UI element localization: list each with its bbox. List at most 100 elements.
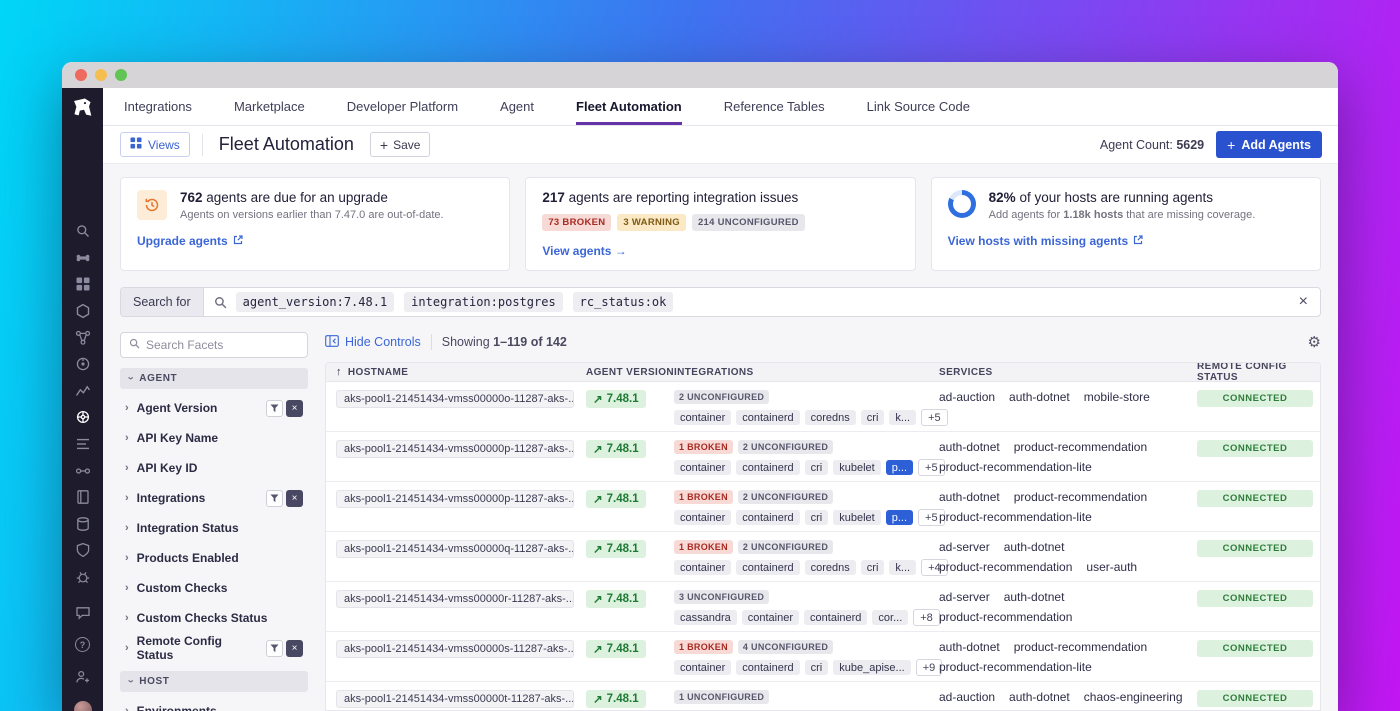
save-button[interactable]: + Save [369,132,431,157]
zoom-window-button[interactable] [115,69,127,81]
tab-integrations[interactable]: Integrations [124,88,192,125]
facet-integration-status[interactable]: › Integration Status [120,513,308,543]
integration-pill[interactable]: containerd [736,660,800,675]
service-tag[interactable]: auth-dotnet [939,490,1000,504]
service-tag[interactable]: auth-dotnet [1009,390,1070,404]
column-integrations[interactable]: INTEGRATIONS [674,367,754,378]
facet-search[interactable] [120,332,308,358]
agent-version-pill[interactable]: ↗ 7.48.1 [586,690,646,708]
hostname-pill[interactable]: aks-pool1-21451434-vmss00000q-11287-aks-… [336,540,574,558]
column-hostname[interactable]: HOSTNAME [348,367,408,378]
integration-pill[interactable]: cor... [872,610,909,625]
ci-pipelines-icon[interactable] [75,463,91,479]
dashboards-icon[interactable] [75,276,91,292]
agent-version-pill[interactable]: ↗ 7.48.1 [586,640,646,658]
integration-pill[interactable]: kube_apise... [833,660,911,675]
security-icon[interactable] [75,542,91,558]
view-missing-hosts-link[interactable]: View hosts with missing agents [948,234,1144,248]
upgrade-agents-link[interactable]: Upgrade agents [137,234,243,248]
service-tag[interactable]: ad-auction [939,690,995,704]
facet-environments[interactable]: › Environments [120,696,308,711]
integration-pill[interactable]: cri [804,510,829,525]
column-agent-version[interactable]: AGENT VERSION [586,367,674,378]
column-remote-config-status[interactable]: REMOTE CONFIG STATUS [1197,363,1320,383]
datadog-logo[interactable] [62,88,103,126]
facet-api-key-name[interactable]: › API Key Name [120,423,308,453]
facet-clear-icon[interactable]: × [286,399,303,417]
invite-icon[interactable] [75,669,91,685]
tab-marketplace[interactable]: Marketplace [234,88,305,125]
search-token[interactable]: rc_status:ok [572,292,674,312]
tab-reference-tables[interactable]: Reference Tables [724,88,825,125]
agent-version-pill[interactable]: ↗ 7.48.1 [586,490,646,508]
tab-agent[interactable]: Agent [500,88,534,125]
service-tag[interactable]: auth-dotnet [939,640,1000,654]
service-tag[interactable]: ad-auction [939,390,995,404]
facet-filter-icon[interactable] [266,399,283,417]
hostname-pill[interactable]: aks-pool1-21451434-vmss00000o-11287-aks-… [336,390,574,408]
table-row[interactable]: aks-pool1-21451434-vmss00000o-11287-aks-… [326,382,1320,432]
fleet-automation-icon[interactable] [75,409,91,425]
sort-ascending-icon[interactable]: ↑ [336,366,342,378]
integration-pill[interactable]: cri [860,410,885,425]
facet-clear-icon[interactable]: × [286,639,303,657]
facet-agent-version[interactable]: › Agent Version × [120,393,308,423]
service-tag[interactable]: product-recommendation-lite [939,510,1092,524]
facet-filter-icon[interactable] [266,639,283,657]
search-token[interactable]: agent_version:7.48.1 [235,292,395,312]
integration-pill[interactable]: containerd [736,460,800,475]
table-settings-gear-icon[interactable]: ⚙ [1308,335,1321,350]
search-token[interactable]: integration:postgres [404,292,563,312]
service-tag[interactable]: ad-server [939,540,990,554]
integration-pill[interactable]: container [674,510,732,525]
integration-pill[interactable]: containerd [804,610,868,625]
service-tag[interactable]: product-recommendation-lite [939,460,1092,474]
clear-search-icon[interactable]: × [1299,294,1308,310]
agent-version-pill[interactable]: ↗ 7.48.1 [586,440,646,458]
user-avatar[interactable] [73,701,92,711]
hostname-pill[interactable]: aks-pool1-21451434-vmss00000p-11287-aks-… [336,440,574,458]
hostname-pill[interactable]: aks-pool1-21451434-vmss00000p-11287-aks-… [336,490,574,508]
hostname-pill[interactable]: aks-pool1-21451434-vmss00000r-11287-aks-… [336,590,574,608]
facet-api-key-id[interactable]: › API Key ID [120,453,308,483]
facet-clear-icon[interactable]: × [286,489,303,507]
integration-pill[interactable]: cassandra [674,610,737,625]
facet-custom-checks-status[interactable]: › Custom Checks Status [120,603,308,633]
table-row[interactable]: aks-pool1-21451434-vmss00000q-11287-aks-… [326,532,1320,582]
facet-search-input[interactable] [146,338,299,352]
integration-pill[interactable]: k... [889,410,917,425]
integration-pill[interactable]: cri [804,460,829,475]
integration-pill-highlighted[interactable]: p... [885,460,914,475]
integration-pill[interactable]: coredns [804,410,856,425]
chat-icon[interactable] [75,605,91,621]
integration-pill[interactable]: coredns [804,560,856,575]
service-tag[interactable]: product-recommendation [1014,640,1147,654]
facet-section-agent[interactable]: › AGENT [120,368,308,389]
integration-pill-highlighted[interactable]: p... [885,510,914,525]
error-tracking-icon[interactable] [75,569,91,585]
service-tag[interactable]: product-recommendation [1014,490,1147,504]
service-tag[interactable]: auth-dotnet [939,440,1000,454]
integration-pill[interactable]: containerd [736,510,800,525]
facet-filter-icon[interactable] [266,489,283,507]
table-row[interactable]: aks-pool1-21451434-vmss00000t-11287-aks-… [326,682,1320,710]
service-tag[interactable]: product-recommendation [939,560,1072,574]
facet-remote-config-status[interactable]: › Remote Config Status × [120,633,308,663]
service-tag[interactable]: mobile-store [1084,390,1150,404]
integration-pill[interactable]: container [674,460,732,475]
window-titlebar[interactable] [62,62,1338,88]
metrics-icon[interactable] [75,383,91,399]
integration-pill[interactable]: containerd [736,560,800,575]
tab-link-source-code[interactable]: Link Source Code [867,88,970,125]
notebooks-icon[interactable] [75,489,91,505]
views-button[interactable]: Views [120,132,190,157]
agent-version-pill[interactable]: ↗ 7.48.1 [586,540,646,558]
integration-pill[interactable]: container [674,560,732,575]
integration-more-pill[interactable]: +8 [913,609,940,626]
service-tag[interactable]: user-auth [1086,560,1137,574]
network-map-icon[interactable] [75,330,91,346]
agent-version-pill[interactable]: ↗ 7.48.1 [586,390,646,408]
integration-pill[interactable]: kubelet [833,460,881,475]
search-icon[interactable] [75,223,91,239]
table-row[interactable]: aks-pool1-21451434-vmss00000p-11287-aks-… [326,482,1320,532]
